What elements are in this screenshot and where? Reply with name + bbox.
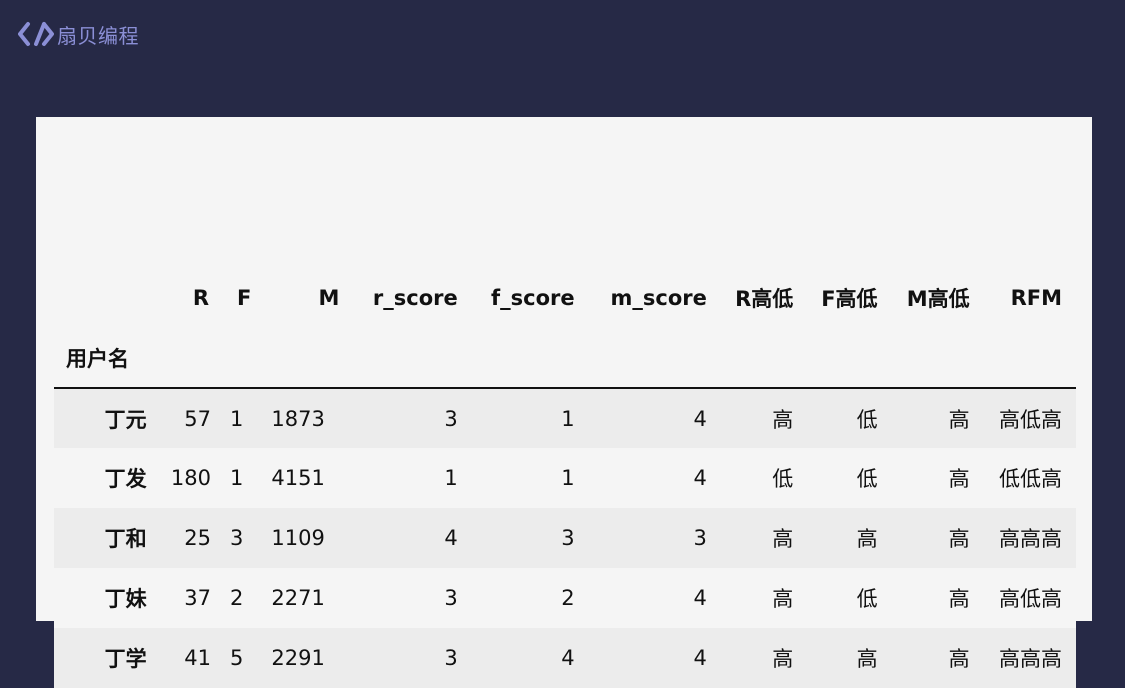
table-cell: 2271 [271,586,325,610]
table-cell: 37 [184,586,211,610]
table-cell: 25 [184,526,211,550]
row-index: 丁发 [104,467,147,491]
table-cell: 1 [229,466,244,490]
index-name: 用户名 [66,347,129,371]
table-cell: 高 [772,407,794,432]
table-cell: 4 [693,646,707,670]
table-cell: 高 [948,587,970,611]
table-cell: 2 [561,586,575,610]
table-row: 丁元 57 1 1873 3 1 4 高 低 高 高低高 [54,388,1076,448]
col-header-r: R [192,286,209,310]
table-row: 丁妹 37 2 2271 3 2 4 高 低 高 高低高 [54,568,1076,628]
col-header-m-level: M高低 [906,287,970,311]
table-cell: 4 [693,466,707,490]
table-cell: 3 [444,586,458,610]
table-cell: 1109 [271,526,325,550]
table-cell: 41 [184,646,211,670]
table-cell: 3 [444,646,458,670]
index-header-blank [54,267,161,329]
brand-logo: 扇贝编程 [18,20,139,48]
table-cell: 4 [693,586,707,610]
table-cell: 高低高 [999,587,1062,611]
table-cell: 1873 [271,406,325,431]
table-cell: 1 [561,406,575,431]
table-cell: 高 [948,407,970,432]
table-cell: 1 [229,406,244,431]
col-header-f-level: F高低 [821,287,878,311]
table-cell: 4151 [271,466,325,490]
table-cell: 低低高 [999,467,1062,491]
table-cell: 57 [184,406,211,431]
table-cell: 低 [856,467,878,491]
table-cell: 高低高 [999,407,1062,432]
table-cell: 4 [444,526,458,550]
table-cell: 2 [229,586,244,610]
table-cell: 低 [856,407,878,432]
table-cell: 高 [772,587,794,611]
table-cell: 高 [856,527,878,551]
table-cell: 1 [444,466,458,490]
code-brackets-icon [18,22,54,46]
col-header-r-level: R高低 [735,287,794,311]
col-header-f: F [237,286,252,310]
table-cell: 5 [229,646,244,670]
col-header-m: M [318,286,340,310]
table-cell: 高 [948,527,970,551]
table-cell: 2291 [271,646,325,670]
table-cell: 3 [693,526,707,550]
table-cell: 3 [444,406,458,431]
col-header-m-score: m_score [610,286,707,310]
table-row: 丁发 180 1 4151 1 1 4 低 低 高 低低高 [54,448,1076,508]
col-header-rfm: RFM [1010,286,1062,310]
table-cell: 4 [693,406,707,431]
table-cell: 高 [856,647,878,671]
col-header-r-score: r_score [372,286,458,310]
table-cell: 高 [948,647,970,671]
table-cell: 3 [229,526,244,550]
table-cell: 高 [772,527,794,551]
table-row: 丁和 25 3 1109 4 3 3 高 高 高 高高高 [54,508,1076,568]
row-index: 丁学 [104,647,147,671]
table-cell: 低 [856,587,878,611]
table-cell: 3 [561,526,575,550]
dataframe-panel: R F M r_score f_score m_score R高低 F高低 M高… [36,117,1092,688]
table-row: 丁学 41 5 2291 3 4 4 高 高 高 高高高 [54,628,1076,688]
row-index: 丁元 [104,407,147,432]
table-cell: 高 [772,647,794,671]
row-index: 丁妹 [104,587,147,611]
dataframe-table: R F M r_score f_score m_score R高低 F高低 M高… [54,267,1076,688]
col-header-f-score: f_score [491,286,575,310]
row-index: 丁和 [104,527,147,551]
table-cell: 高高高 [999,527,1062,551]
table-cell: 1 [561,466,575,490]
table-cell: 高高高 [999,647,1062,671]
table-cell: 高 [948,467,970,491]
table-cell: 180 [170,466,211,490]
column-header-row: R F M r_score f_score m_score R高低 F高低 M高… [54,267,1076,329]
table-cell: 4 [561,646,575,670]
brand-name: 扇贝编程 [57,23,139,48]
table-cell: 低 [772,467,794,491]
index-name-row: 用户名 [54,329,1076,388]
